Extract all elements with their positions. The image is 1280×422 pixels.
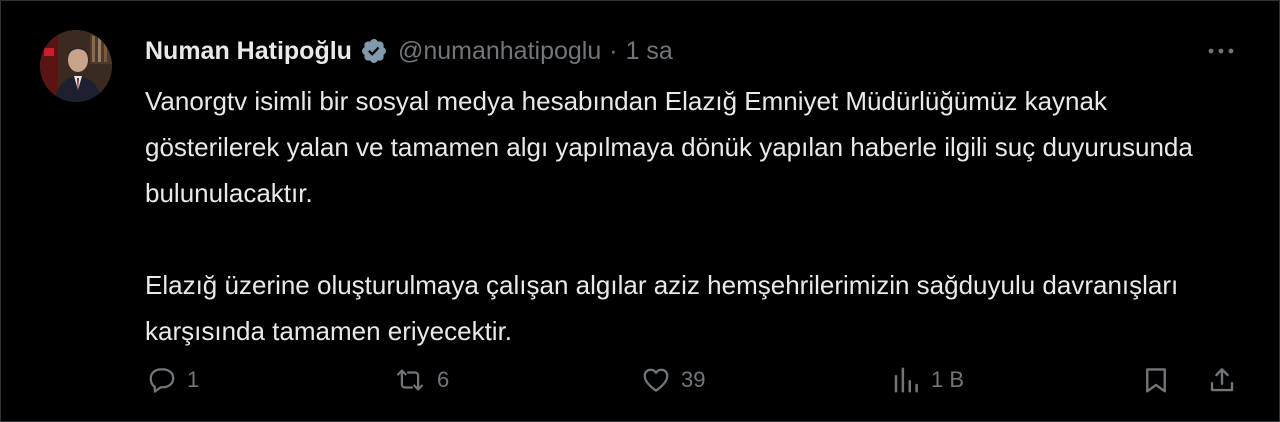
author-name[interactable]: Numan Hatipoğlu	[145, 37, 352, 66]
retweet-icon	[391, 365, 429, 395]
separator-dot: ·	[609, 36, 618, 65]
action-bar: 1 6 39 1 B	[145, 358, 1245, 402]
bookmark-button[interactable]	[1141, 358, 1171, 402]
retweet-button[interactable]: 6	[391, 358, 449, 402]
tweet-paragraph: Vanorgtv isimli bir sosyal medya hesabın…	[145, 86, 1193, 208]
tweet-text: Vanorgtv isimli bir sosyal medya hesabın…	[145, 78, 1240, 354]
bookmark-icon	[1141, 364, 1171, 396]
tweet-header: Numan Hatipoğlu @numanhatipoglu · 1 sa	[145, 30, 673, 72]
verified-badge-icon	[360, 37, 388, 65]
like-count: 39	[681, 367, 706, 392]
tweet-timestamp[interactable]: 1 sa	[626, 37, 673, 66]
reply-icon	[145, 365, 179, 395]
more-options-icon[interactable]	[1206, 41, 1236, 61]
share-button[interactable]	[1207, 358, 1237, 402]
reply-button[interactable]: 1	[145, 358, 199, 402]
heart-icon	[639, 365, 673, 395]
views-count: 1 B	[931, 367, 965, 392]
author-handle[interactable]: @numanhatipoglu	[398, 37, 601, 66]
tweet-paragraph: Elazığ üzerine oluşturulmaya çalışan alg…	[145, 270, 1179, 346]
share-icon	[1207, 364, 1237, 396]
retweet-count: 6	[437, 367, 450, 392]
avatar[interactable]	[40, 30, 112, 102]
reply-count: 1	[187, 367, 200, 392]
views-icon	[889, 365, 923, 395]
views-button[interactable]: 1 B	[889, 358, 964, 402]
like-button[interactable]: 39	[639, 358, 705, 402]
